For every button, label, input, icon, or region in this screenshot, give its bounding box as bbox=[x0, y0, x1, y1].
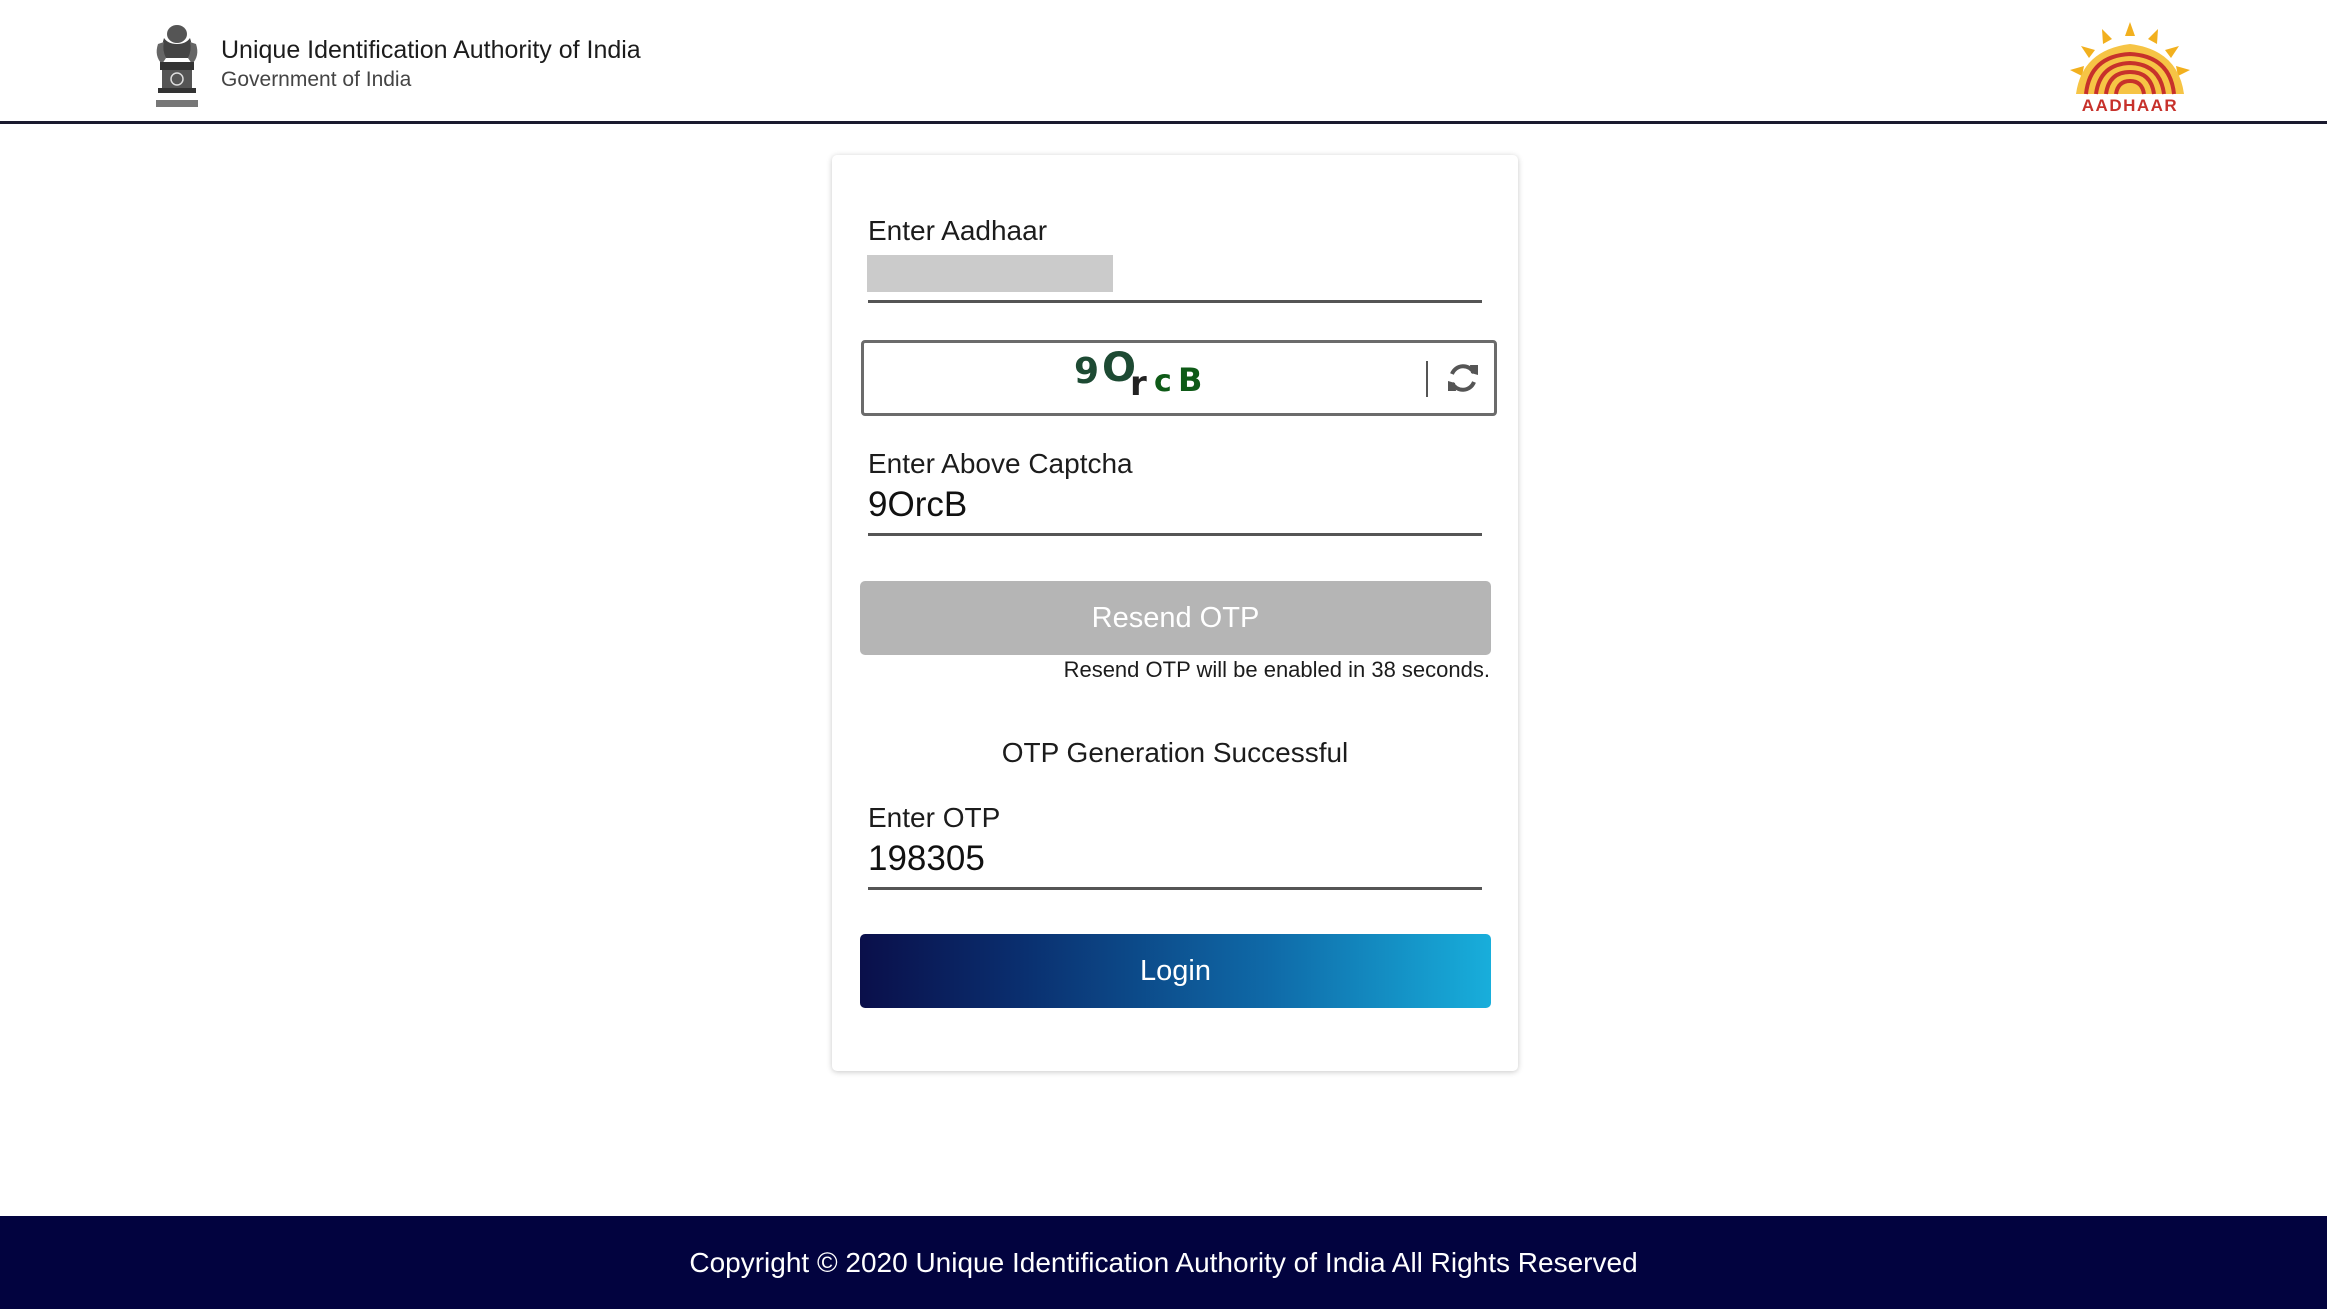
otp-input[interactable]: 198305 bbox=[868, 839, 1482, 879]
org-subtitle: Government of India bbox=[221, 68, 412, 91]
captcha-char: 9 bbox=[1074, 351, 1099, 392]
resend-otp-button[interactable]: Resend OTP bbox=[860, 581, 1491, 655]
otp-label: Enter OTP bbox=[868, 802, 1001, 833]
aadhaar-masked-value bbox=[867, 255, 1113, 292]
captcha-char: B bbox=[1178, 361, 1202, 399]
site-header: Unique Identification Authority of India… bbox=[0, 0, 2327, 124]
otp-field[interactable]: Enter OTP 198305 bbox=[868, 802, 1482, 890]
aadhaar-logo-icon: AADHAAR bbox=[2070, 22, 2190, 114]
login-button[interactable]: Login bbox=[860, 934, 1491, 1008]
national-emblem-icon bbox=[156, 25, 198, 107]
page: Unique Identification Authority of India… bbox=[0, 0, 2327, 1309]
captcha-char: r bbox=[1130, 364, 1147, 404]
footer-copyright: Copyright © 2020 Unique Identification A… bbox=[689, 1246, 1638, 1278]
otp-status-message: OTP Generation Successful bbox=[1001, 737, 1349, 768]
aadhaar-logo-text: AADHAAR bbox=[2082, 96, 2178, 114]
org-name: Unique Identification Authority of India bbox=[221, 36, 641, 64]
captcha-field[interactable]: Enter Above Captcha 9OrcB bbox=[868, 448, 1482, 536]
captcha-image: 9 O r c B bbox=[1074, 345, 1202, 404]
captcha-char: c bbox=[1154, 364, 1172, 399]
resend-otp-timer-note: Resend OTP will be enabled in 38 seconds… bbox=[1063, 657, 1490, 682]
captcha-box: 9 O r c B bbox=[861, 340, 1497, 416]
refresh-icon[interactable] bbox=[1444, 359, 1482, 397]
captcha-input[interactable]: 9OrcB bbox=[868, 485, 1482, 525]
aadhaar-label: Enter Aadhaar bbox=[868, 215, 1048, 246]
site-footer: Copyright © 2020 Unique Identification A… bbox=[0, 1216, 2327, 1309]
captcha-label: Enter Above Captcha bbox=[868, 448, 1133, 479]
captcha-separator bbox=[1426, 361, 1428, 397]
login-card: Enter Aadhaar 9 O r c B Enter Above Capt… bbox=[832, 155, 1518, 1071]
